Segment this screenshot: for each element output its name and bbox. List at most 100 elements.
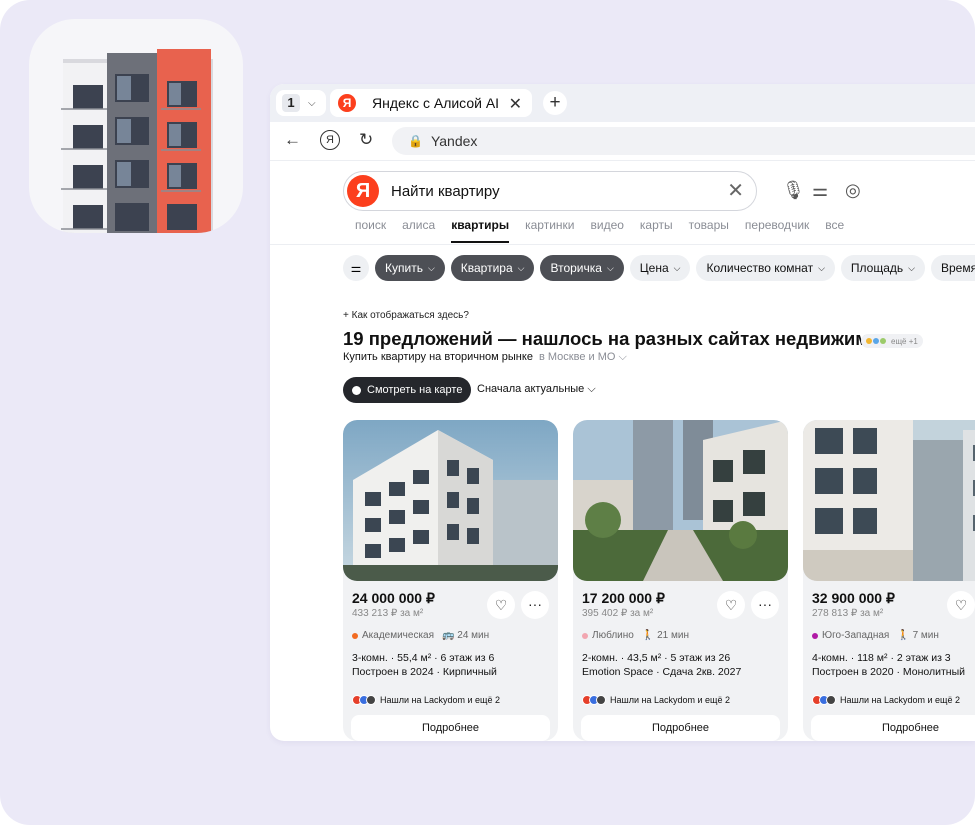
camera-search-icon[interactable]: ◎ bbox=[845, 180, 861, 201]
search-query: Найти квартиру bbox=[391, 182, 500, 200]
clear-icon[interactable]: ✕ bbox=[727, 178, 744, 203]
back-arrow-icon[interactable]: ← bbox=[284, 130, 301, 150]
found-on-sources: Нашли на Lackydom и ещё 2 bbox=[582, 695, 730, 705]
source-icon bbox=[880, 338, 886, 344]
location-selector[interactable]: в Москве и МО ⌵ bbox=[539, 351, 627, 363]
more-options-icon[interactable]: ··· bbox=[751, 591, 779, 619]
walk-icon: 🚶 bbox=[897, 630, 910, 641]
chevron-down-icon: ⌵ bbox=[308, 97, 316, 109]
microphone-icon[interactable]: 🎙 bbox=[782, 180, 805, 201]
filter-chip[interactable]: Цена ⌵ bbox=[629, 255, 691, 281]
results-subtitle: Купить квартиру на вторичном рынке в Мос… bbox=[343, 351, 627, 364]
found-on-sources: Нашли на Lackydom и ещё 2 bbox=[352, 695, 500, 705]
filter-chip[interactable]: Вторичка ⌵ bbox=[540, 255, 624, 281]
service-tab[interactable]: алиса bbox=[402, 218, 435, 232]
reload-icon[interactable]: ↻ bbox=[359, 130, 373, 150]
service-tab[interactable]: переводчик bbox=[745, 218, 809, 232]
metro-station: Академическая bbox=[362, 630, 435, 641]
listing-building-info: Emotion Space · Сдача 2кв. 2027 bbox=[582, 666, 742, 678]
transport-time: 🚌 24 мин bbox=[442, 630, 489, 641]
metro-line-dot bbox=[352, 632, 358, 639]
heart-icon[interactable]: ♡ bbox=[947, 591, 975, 619]
service-tab[interactable]: квартиры bbox=[451, 218, 509, 243]
tab-count: 1 bbox=[282, 94, 300, 112]
metro-station: Юго-Западная bbox=[822, 630, 890, 641]
listing-price: 32 900 000 ₽ bbox=[812, 590, 895, 606]
source-icon bbox=[366, 695, 376, 705]
listing-details: 4-комн. · 118 м² · 2 этаж из 3 bbox=[812, 652, 951, 664]
service-tab[interactable]: видео bbox=[590, 218, 623, 232]
subtitle-text: Купить квартиру на вторичном рынке bbox=[343, 351, 533, 363]
service-tab[interactable]: картинки bbox=[525, 218, 574, 232]
filter-chip[interactable]: Квартира ⌵ bbox=[450, 255, 535, 281]
map-pin-icon bbox=[352, 385, 361, 395]
found-text: Нашли на Lackydom и ещё 2 bbox=[380, 695, 500, 705]
listing-card[interactable]: 17 200 000 ₽ 395 402 ₽ за м² ♡ ··· Любли… bbox=[573, 420, 788, 741]
filter-label: Время до метро bbox=[941, 261, 975, 275]
metro-info: Академическая 🚌 24 мин bbox=[352, 630, 489, 641]
new-tab-button[interactable]: + bbox=[543, 91, 567, 115]
filter-label: Количество комнат bbox=[706, 261, 814, 275]
sort-dropdown[interactable]: Сначала актуальные ⌵ bbox=[477, 383, 596, 396]
howto-text: Как отображаться здесь? bbox=[351, 310, 469, 321]
transport-time: 🚶 7 мин bbox=[897, 630, 939, 641]
chevron-down-icon: ⌵ bbox=[673, 262, 681, 273]
filter-settings-icon[interactable]: ⚌ bbox=[812, 180, 828, 201]
tab-title: Яндекс с Алисой AI bbox=[372, 95, 500, 111]
service-tab[interactable]: карты bbox=[640, 218, 673, 232]
chevron-down-icon: ⌵ bbox=[517, 262, 525, 273]
yandex-home-icon[interactable]: Я bbox=[320, 130, 340, 150]
listing-price: 24 000 000 ₽ bbox=[352, 590, 435, 606]
howto-link[interactable]: + Как отображаться здесь? bbox=[343, 310, 469, 321]
search-input[interactable]: Я Найти квартиру ✕ bbox=[343, 171, 757, 211]
sources-badge[interactable]: ещё +1 bbox=[861, 334, 923, 348]
tab-bar: 1 ⌵ Я Яндекс с Алисой AI ✕ + bbox=[270, 84, 975, 122]
found-on-sources: Нашли на Lackydom и ещё 2 bbox=[812, 695, 960, 705]
listing-photo[interactable] bbox=[343, 420, 558, 581]
listing-building-info: Построен в 2020 · Монолитный bbox=[812, 666, 965, 678]
heart-icon[interactable]: ♡ bbox=[487, 591, 515, 619]
travel-time: 7 мин bbox=[912, 630, 939, 641]
heart-icon[interactable]: ♡ bbox=[717, 591, 745, 619]
filter-chip[interactable]: Количество комнат ⌵ bbox=[696, 255, 835, 281]
address-bar[interactable]: 🔒 Yandex bbox=[392, 127, 975, 155]
details-button[interactable]: Подробнее bbox=[351, 715, 550, 741]
building-app-tile bbox=[29, 19, 243, 233]
divider bbox=[270, 244, 975, 245]
map-button[interactable]: Смотреть на карте bbox=[343, 377, 472, 403]
listing-building-info: Построен в 2024 · Кирпичный bbox=[352, 666, 497, 678]
chevron-down-icon: ⌵ bbox=[606, 262, 614, 273]
listing-card[interactable]: 32 900 000 ₽ 278 813 ₽ за м² ♡ Юго-Запад… bbox=[803, 420, 975, 741]
source-icon bbox=[873, 338, 879, 344]
listing-card[interactable]: 24 000 000 ₽ 433 213 ₽ за м² ♡ ··· Акаде… bbox=[343, 420, 558, 741]
filter-label: Купить bbox=[385, 261, 423, 275]
yandex-logo-icon: Я bbox=[347, 175, 379, 207]
filter-label: Площадь bbox=[850, 261, 904, 275]
service-tab[interactable]: поиск bbox=[355, 218, 386, 232]
details-button[interactable]: Подробнее bbox=[811, 715, 975, 741]
filter-chip[interactable]: Площадь ⌵ bbox=[840, 255, 925, 281]
close-icon[interactable]: ✕ bbox=[509, 94, 522, 114]
filter-chip[interactable]: Купить ⌵ bbox=[375, 255, 445, 281]
tab-counter[interactable]: 1 ⌵ bbox=[276, 90, 326, 116]
metro-info: Юго-Западная 🚶 7 мин bbox=[812, 630, 939, 641]
filter-settings-button[interactable]: ⚌ bbox=[343, 255, 369, 281]
details-button[interactable]: Подробнее bbox=[581, 715, 780, 741]
building-illustration bbox=[61, 49, 213, 233]
browser-tab[interactable]: Я Яндекс с Алисой AI ✕ bbox=[330, 89, 532, 117]
price-per-m2: 278 813 ₽ за м² bbox=[812, 608, 884, 619]
yandex-logo-icon: Я bbox=[338, 94, 356, 112]
listing-photo[interactable] bbox=[803, 420, 975, 581]
map-button-label: Смотреть на карте bbox=[367, 384, 463, 396]
service-tab[interactable]: все bbox=[825, 218, 844, 232]
filters-row: ⚌ Купить ⌵ Квартира ⌵ Вторичка ⌵ Цена ⌵ Количест… bbox=[343, 255, 975, 281]
price-per-m2: 395 402 ₽ за м² bbox=[582, 608, 654, 619]
source-icon bbox=[826, 695, 836, 705]
walk-icon: 🚶 bbox=[641, 630, 655, 641]
listing-price: 17 200 000 ₽ bbox=[582, 590, 665, 606]
service-tab[interactable]: товары bbox=[689, 218, 729, 232]
listing-photo[interactable] bbox=[573, 420, 788, 581]
filter-chip[interactable]: Время до метро bbox=[931, 255, 975, 281]
transport-time: 🚶 21 мин bbox=[642, 630, 689, 641]
more-options-icon[interactable]: ··· bbox=[521, 591, 549, 619]
